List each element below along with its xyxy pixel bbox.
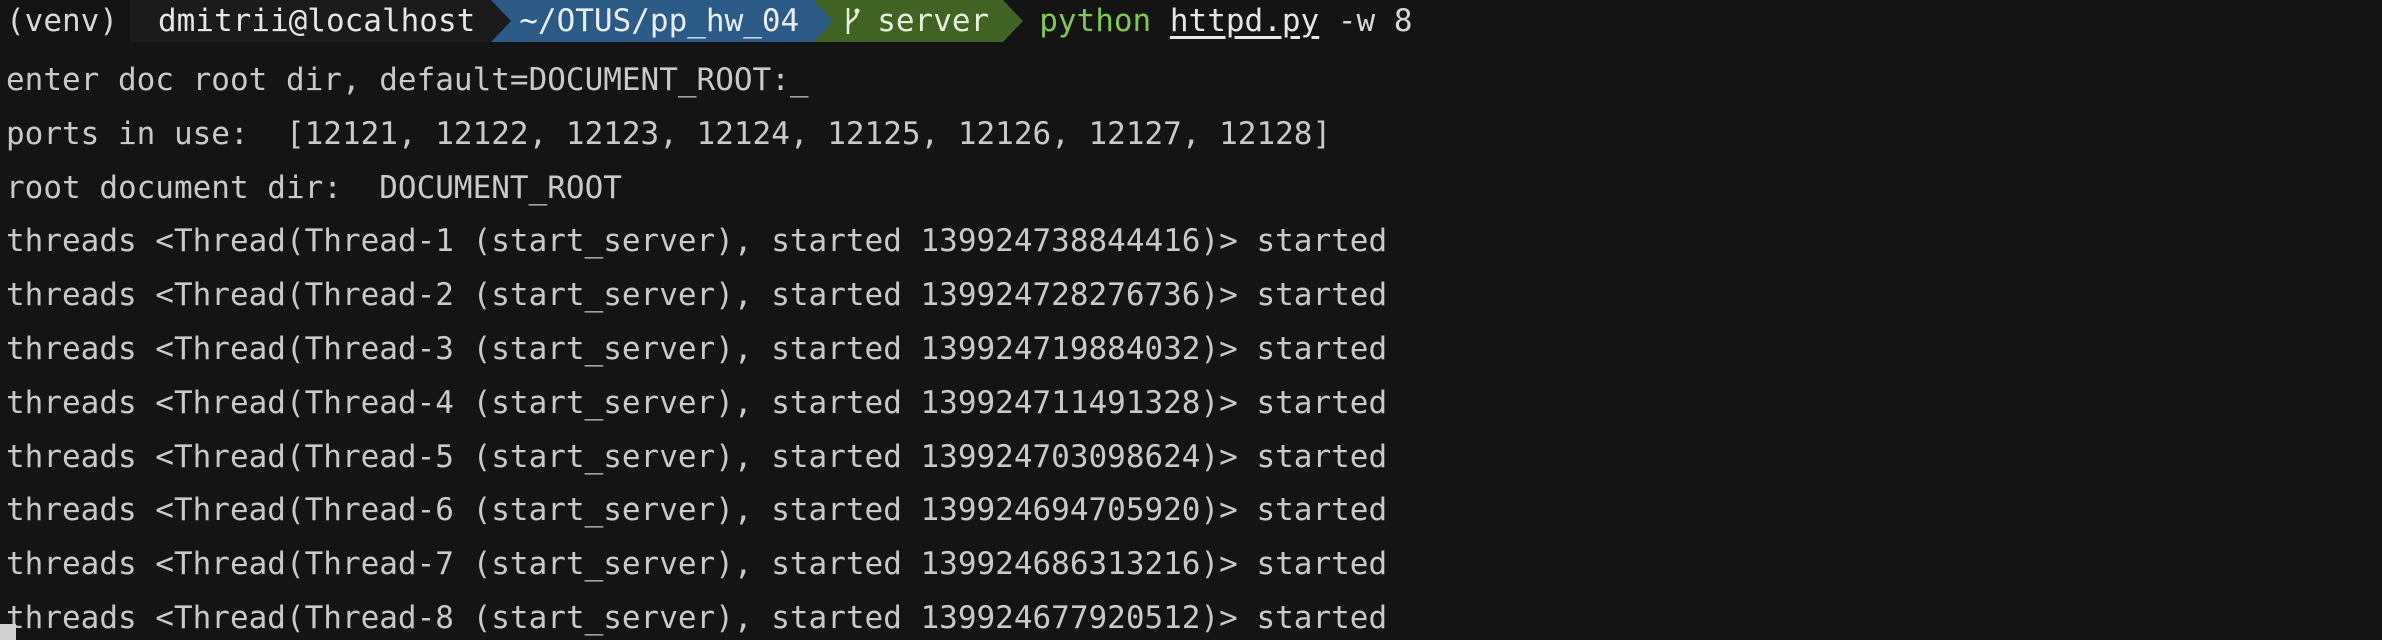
path-segment: ~/OTUS/pp_hw_04 (491, 0, 834, 42)
output-line: threads <Thread(Thread-5 (start_server),… (6, 438, 1388, 475)
segment-separator (1003, 0, 1024, 42)
output-line: threads <Thread(Thread-8 (start_server),… (6, 599, 1388, 636)
segment-separator (813, 0, 834, 42)
venv-indicator: (venv) (0, 0, 130, 42)
output-line: threads <Thread(Thread-4 (start_server),… (6, 384, 1388, 421)
output-line: threads <Thread(Thread-7 (start_server),… (6, 546, 1388, 583)
output-line: threads <Thread(Thread-3 (start_server),… (6, 330, 1388, 367)
command-line[interactable]: python httpd.py -w 8 (1003, 3, 1412, 39)
terminal-output: enter doc root dir, default=DOCUMENT_ROO… (6, 54, 2376, 640)
output-line: threads <Thread(Thread-6 (start_server),… (6, 492, 1388, 529)
command-program: python (1039, 3, 1152, 39)
shell-prompt: (venv) dmitrii@localhost ~/OTUS/pp_hw_04… (0, 0, 1413, 42)
git-branch-name: server (877, 3, 990, 39)
text-cursor (0, 624, 16, 640)
segment-separator (491, 0, 512, 42)
git-segment: server (813, 0, 1024, 42)
output-line: ports in use: [12121, 12122, 12123, 1212… (6, 115, 1332, 152)
output-line: root document dir: DOCUMENT_ROOT (6, 169, 622, 206)
current-path: ~/OTUS/pp_hw_04 (519, 3, 800, 39)
command-args: -w 8 (1319, 3, 1413, 39)
git-branch-icon (846, 8, 860, 34)
output-line: enter doc root dir, default=DOCUMENT_ROO… (6, 62, 809, 98)
command-file-link[interactable]: httpd.py (1170, 3, 1319, 39)
user-host-label: dmitrii@localhost (157, 3, 476, 39)
output-line: threads <Thread(Thread-1 (start_server),… (6, 223, 1388, 260)
output-line: threads <Thread(Thread-2 (start_server),… (6, 277, 1388, 314)
user-host-segment: dmitrii@localhost (129, 0, 512, 42)
terminal-window[interactable]: (venv) dmitrii@localhost ~/OTUS/pp_hw_04… (0, 0, 2382, 640)
